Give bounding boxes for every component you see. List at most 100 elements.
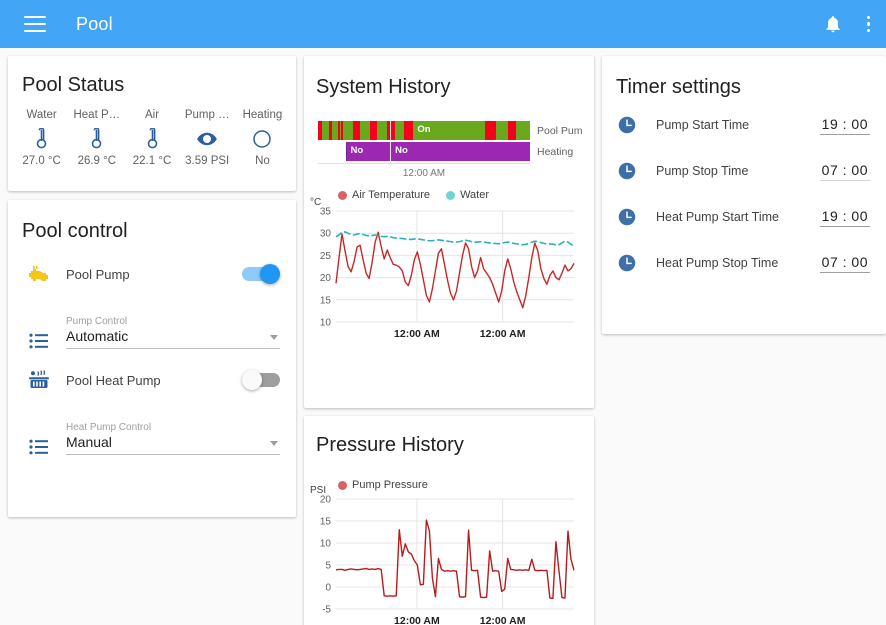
timeline-axis — [318, 163, 530, 164]
clock-icon — [618, 208, 636, 226]
timer-row-pump-stop: Pump Stop Time 07 : 00 — [602, 151, 886, 191]
status-value: 3.59 PSI — [185, 155, 230, 167]
system-history-title: System History — [316, 76, 451, 98]
clock-icon — [618, 116, 636, 134]
x-axis-tick-label: 12:00 AM — [394, 615, 440, 625]
status-item-pump-pressure: Pump … 3.59 PSI — [180, 109, 235, 167]
status-label: Heating — [242, 109, 283, 121]
legend-label: Pump Pressure — [352, 479, 428, 491]
timer-label: Heat Pump Stop Time — [656, 256, 779, 270]
bell-icon[interactable] — [823, 14, 843, 34]
pressure-history-title: Pressure History — [316, 434, 464, 456]
x-axis-tick-label: 12:00 AM — [479, 328, 526, 340]
timer-label: Heat Pump Start Time — [656, 210, 779, 224]
status-label: Heat P… — [73, 109, 121, 121]
legend-label: Water — [460, 189, 489, 201]
x-axis-tick-label: 12:00 AM — [479, 615, 526, 625]
pool-control-card: Pool control Pool Pump Pump Control Auto… — [8, 200, 296, 517]
timeline-segment — [342, 121, 353, 140]
timeline-segment — [352, 121, 361, 140]
status-item-heating: Heating No — [235, 109, 290, 167]
timeline-segment: No — [390, 142, 530, 161]
heating-timeline[interactable]: No No — [318, 142, 530, 161]
svg-text:0: 0 — [325, 583, 331, 594]
legend-dot — [338, 190, 347, 200]
timer-settings-card: Timer settings Pump Start Time 19 : 00 P… — [602, 56, 886, 334]
svg-text:20: 20 — [320, 273, 332, 284]
pressure-history-chart[interactable]: -5 0 5 10 15 20 PSI 12:00 AM 12:00 AM — [304, 485, 594, 625]
thermometer-icon — [69, 126, 124, 152]
timeline-segment — [377, 121, 387, 140]
pool-pump-label: Pool Pump — [66, 266, 130, 282]
status-label: Pump … — [184, 109, 230, 121]
heat-pump-control-value: Manual — [66, 434, 112, 450]
timeline-segment — [369, 121, 378, 140]
legend-water: Water — [446, 189, 489, 201]
timeline-segment — [516, 121, 530, 140]
pressure-history-plot: -5 0 5 10 15 20 — [320, 495, 575, 616]
legend-dot — [338, 480, 347, 490]
svg-text:30: 30 — [320, 229, 332, 240]
timeline-segment — [403, 121, 414, 140]
heat-pump-start-time-field[interactable]: 19 : 00 — [819, 208, 870, 227]
series-line — [335, 231, 575, 309]
pool-pump-toggle[interactable] — [242, 264, 280, 284]
timer-label: Pump Stop Time — [656, 164, 749, 178]
pressure-history-card: Pressure History Pump Pressure -5 0 5 10 15 2… — [304, 416, 594, 625]
status-label: Water — [26, 109, 57, 121]
pool-heat-pump-label: Pool Heat Pump — [66, 372, 161, 388]
status-value: 26.9 °C — [77, 155, 117, 167]
pump-start-time-field[interactable]: 19 : 00 — [819, 116, 870, 135]
kebab-menu-icon[interactable] — [863, 12, 875, 37]
chevron-down-icon[interactable] — [270, 441, 278, 446]
svg-text:20: 20 — [320, 495, 332, 506]
pool-heat-pump-toggle[interactable] — [242, 370, 280, 390]
heat-pump-control-float-label: Heat Pump Control — [66, 422, 152, 433]
clock-icon — [618, 162, 636, 180]
pool-status-grid: Water 27.0 °C Heat P… 26.9 °C Air 22.1 °… — [8, 109, 296, 167]
series-line — [335, 231, 575, 247]
y-axis-unit: °C — [310, 197, 322, 208]
pump-control-select[interactable]: Pump Control Automatic — [66, 316, 280, 349]
timer-settings-title: Timer settings — [616, 76, 741, 98]
timeline-segment-label: No — [350, 145, 364, 156]
heat-pump-stop-time-field[interactable]: 07 : 00 — [819, 254, 870, 273]
status-value: 22.1 °C — [132, 155, 172, 167]
status-label: Air — [144, 109, 160, 121]
svg-text:-5: -5 — [322, 605, 331, 616]
legend-pump-pressure: Pump Pressure — [338, 479, 428, 491]
svg-text:25: 25 — [320, 251, 332, 262]
timeline-segment — [360, 121, 370, 140]
timeline-segment-label: No — [395, 145, 408, 156]
timer-row-heat-pump-stop: Heat Pump Stop Time 07 : 00 — [602, 243, 886, 283]
svg-text:15: 15 — [320, 295, 332, 306]
timer-label: Pump Start Time — [656, 118, 750, 132]
timeline-segment — [485, 121, 497, 140]
heat-pump-control-select-row: Heat Pump Control Manual — [8, 405, 296, 455]
timeline-segment — [496, 121, 508, 140]
pressure-chart-legend: Pump Pressure — [338, 479, 594, 491]
chevron-down-icon[interactable] — [270, 335, 278, 340]
pump-stop-time-field[interactable]: 07 : 00 — [819, 162, 870, 181]
timeline-segment: On — [413, 121, 486, 140]
status-item-heat-pump: Heat P… 26.9 °C — [69, 109, 124, 167]
timeline-segment-label: On — [417, 124, 431, 135]
heat-pump-control-select[interactable]: Heat Pump Control Manual — [66, 422, 280, 455]
timeline-label: Heating — [537, 145, 574, 158]
clock-icon — [618, 254, 636, 272]
pool-status-title: Pool Status — [22, 74, 125, 96]
thermometer-icon — [14, 126, 69, 152]
timeline-segment: No — [345, 142, 391, 161]
timeline-row-pump: On Pool Pum — [318, 121, 594, 140]
status-timeline: On Pool Pum No No Heating 12:00 AM — [304, 121, 594, 179]
temperature-history-chart[interactable]: 10 15 20 25 30 35 °C 12:00 AM 12:00 AM — [304, 197, 594, 353]
app-bar: Pool — [0, 0, 886, 48]
timeline-segment — [507, 121, 517, 140]
svg-text:10: 10 — [320, 539, 332, 550]
hamburger-icon[interactable] — [24, 16, 46, 32]
pool-pump-timeline[interactable]: On — [318, 121, 530, 140]
timeline-segment — [395, 121, 404, 140]
svg-text:15: 15 — [320, 517, 332, 528]
pool-status-card: Pool Status Water 27.0 °C Heat P… 26.9 °… — [8, 56, 296, 191]
app-bar-actions — [823, 12, 875, 37]
